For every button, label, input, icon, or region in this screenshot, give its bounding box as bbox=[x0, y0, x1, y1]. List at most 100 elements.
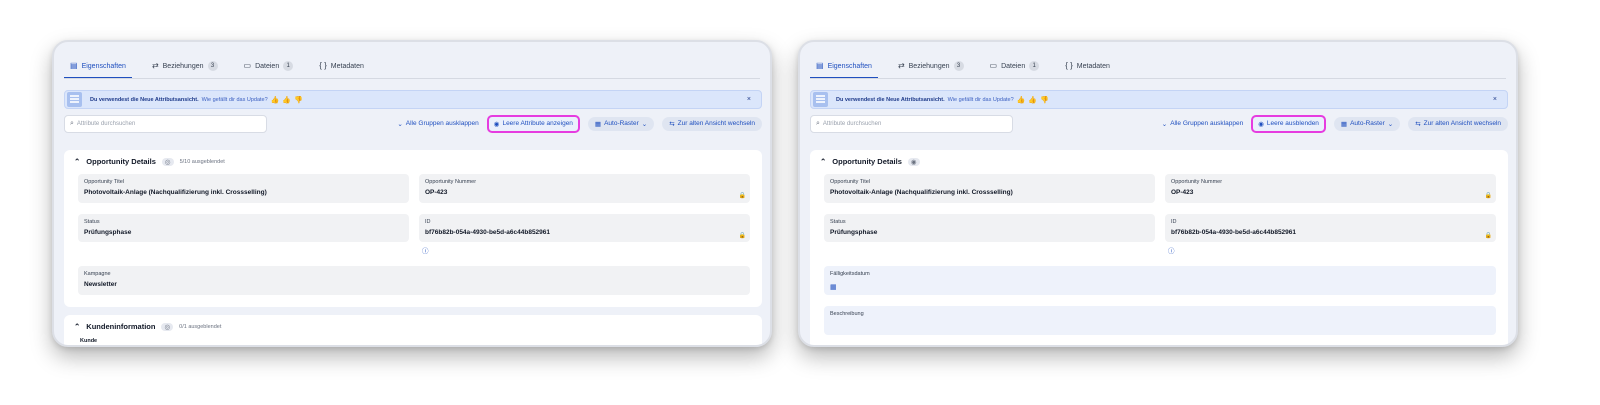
grid-mode-select[interactable]: ▦ Auto-Raster ⌄ bbox=[1333, 116, 1401, 131]
tab-dateien[interactable]: ▭ Dateien 1 bbox=[238, 54, 300, 78]
thumbs-down-icon[interactable]: 👎 bbox=[294, 96, 303, 104]
thumbs-up-icon[interactable]: 👍 bbox=[1028, 96, 1037, 104]
field-label: Kampagne bbox=[84, 271, 111, 277]
old-view-button[interactable]: ⇆ Zur alten Ansicht wechseln bbox=[1408, 116, 1508, 131]
field-status[interactable]: Status Prüfungsphase bbox=[78, 214, 409, 242]
field-value: OP-423 bbox=[1171, 189, 1194, 196]
eye-icon: ◉ bbox=[493, 120, 500, 128]
tab-divider bbox=[64, 78, 760, 79]
group-title: Kundeninformation bbox=[86, 322, 156, 331]
tab-eigenschaften[interactable]: ▤ Eigenschaften bbox=[64, 54, 132, 79]
field-value: Prüfungsphase bbox=[830, 229, 878, 236]
field-label: Status bbox=[830, 219, 846, 225]
banner-question: Wie gefällt dir das Update? bbox=[947, 96, 1014, 103]
group-opportunity-details: ⌃ Opportunity Details ◎ 5/10 ausgeblende… bbox=[64, 150, 762, 307]
braces-icon: { } bbox=[319, 61, 327, 70]
attribute-panel-old-toggle: ▤ Eigenschaften ⇄ Beziehungen 3 ▭ Dateie… bbox=[52, 40, 772, 347]
toggle-empty-attributes-button[interactable]: ◉ Leere ausblenden bbox=[1251, 114, 1326, 133]
old-view-button[interactable]: ⇆ Zur alten Ansicht wechseln bbox=[662, 116, 762, 131]
field-id[interactable]: ID bf76b82b-054a-4930-be5d-a6c44b852961 … bbox=[1165, 214, 1496, 242]
tab-beziehungen[interactable]: ⇄ Beziehungen 3 bbox=[146, 54, 224, 78]
eye-slash-icon[interactable]: ◎ bbox=[161, 157, 174, 166]
field-label: Beschreibung bbox=[830, 311, 864, 317]
group-title: Opportunity Details bbox=[86, 157, 156, 166]
toggle-empty-attributes-button[interactable]: ◉ Leere Attribute anzeigen bbox=[486, 114, 580, 133]
group-header[interactable]: ⌃ Kundeninformation ◎ 0/1 ausgeblendet bbox=[74, 322, 221, 331]
field-opportunity-nummer[interactable]: Opportunity Nummer OP-423 🔒 bbox=[1165, 174, 1496, 203]
field-value: Photovoltaik-Anlage (Nachqualifizierung … bbox=[830, 189, 1013, 196]
search-placeholder: Attribute durchsuchen bbox=[76, 120, 136, 127]
tab-label: Beziehungen bbox=[162, 62, 204, 70]
field-label: Fälligkeitsdatum bbox=[830, 271, 870, 277]
tab-label: Eigenschaften bbox=[81, 62, 126, 70]
expand-all-label: Alle Gruppen ausklappen bbox=[1170, 120, 1244, 127]
expand-all-button[interactable]: ⌄ Alle Gruppen ausklappen bbox=[397, 120, 478, 128]
tab-label: Dateien bbox=[255, 62, 280, 70]
chevron-up-icon: ⌃ bbox=[74, 157, 81, 166]
grid-label: Auto-Raster bbox=[604, 120, 639, 127]
group-opportunity-details: ⌃ Opportunity Details ◉ Opportunity Tite… bbox=[810, 150, 1508, 345]
field-label: Opportunity Nummer bbox=[1171, 179, 1223, 185]
old-view-label: Zur alten Ansicht wechseln bbox=[677, 120, 755, 127]
group-title: Opportunity Details bbox=[832, 157, 902, 166]
field-value: OP-423 bbox=[425, 189, 448, 196]
eye-icon[interactable]: ◉ bbox=[907, 157, 920, 166]
search-icon: ⌕ bbox=[816, 119, 820, 127]
tab-bar: ▤ Eigenschaften ⇄ Beziehungen 3 ▭ Dateie… bbox=[64, 54, 760, 79]
tab-beziehungen[interactable]: ⇄ Beziehungen 3 bbox=[892, 54, 970, 78]
like-icon[interactable]: 👍 bbox=[1017, 96, 1026, 104]
thumbs-down-icon[interactable]: 👎 bbox=[1040, 96, 1049, 104]
grid-label: Auto-Raster bbox=[1350, 120, 1385, 127]
count-badge: 3 bbox=[207, 61, 218, 71]
search-placeholder: Attribute durchsuchen bbox=[822, 120, 882, 127]
field-opportunity-titel[interactable]: Opportunity Titel Photovoltaik-Anlage (N… bbox=[78, 174, 409, 203]
close-icon[interactable]: × bbox=[1493, 96, 1497, 103]
tab-label: Metadaten bbox=[330, 62, 364, 70]
info-icon[interactable]: ⓘ bbox=[422, 245, 429, 255]
toolbar: ⌕ Attribute durchsuchen ⌄ Alle Gruppen a… bbox=[810, 114, 1508, 133]
tab-label: Beziehungen bbox=[908, 62, 950, 70]
expand-all-label: Alle Gruppen ausklappen bbox=[405, 120, 479, 127]
field-faelligkeitsdatum[interactable]: Fälligkeitsdatum ▦ bbox=[824, 266, 1496, 295]
chevron-down-icon: ⌄ bbox=[641, 120, 648, 128]
field-value: Photovoltaik-Anlage (Nachqualifizierung … bbox=[84, 189, 267, 196]
field-kampagne[interactable]: Kampagne Newsletter bbox=[78, 266, 750, 295]
field-beschreibung[interactable]: Beschreibung bbox=[824, 306, 1496, 335]
grid-mode-select[interactable]: ▦ Auto-Raster ⌄ bbox=[587, 116, 655, 131]
eye-slash-icon[interactable]: ◎ bbox=[161, 322, 174, 331]
field-id[interactable]: ID bf76b82b-054a-4930-be5d-a6c44b852961 … bbox=[419, 214, 750, 242]
grid-icon: ▦ bbox=[594, 120, 602, 128]
banner-illustration-icon bbox=[67, 92, 82, 107]
group-header[interactable]: ⌃ Opportunity Details ◉ bbox=[820, 157, 920, 166]
like-icon[interactable]: 👍 bbox=[271, 96, 280, 104]
thumbs-up-icon[interactable]: 👍 bbox=[282, 96, 291, 104]
switch-icon: ⇆ bbox=[1415, 120, 1421, 128]
lock-icon: 🔒 bbox=[738, 193, 746, 199]
toggle-empty-label: Leere Attribute anzeigen bbox=[502, 120, 573, 127]
search-input[interactable]: ⌕ Attribute durchsuchen bbox=[64, 114, 267, 133]
close-icon[interactable]: × bbox=[747, 96, 751, 103]
tab-label: Eigenschaften bbox=[827, 62, 872, 70]
info-icon[interactable]: ⓘ bbox=[1168, 245, 1175, 255]
tab-dateien[interactable]: ▭ Dateien 1 bbox=[984, 54, 1046, 78]
field-value: Newsletter bbox=[84, 281, 117, 288]
group-header[interactable]: ⌃ Opportunity Details ◎ 5/10 ausgeblende… bbox=[74, 157, 225, 166]
expand-all-button[interactable]: ⌄ Alle Gruppen ausklappen bbox=[1162, 120, 1243, 128]
field-status[interactable]: Status Prüfungsphase bbox=[824, 214, 1155, 242]
field-opportunity-titel[interactable]: Opportunity Titel Photovoltaik-Anlage (N… bbox=[824, 174, 1155, 203]
field-label: Opportunity Titel bbox=[830, 179, 871, 185]
toolbar: ⌕ Attribute durchsuchen ⌄ Alle Gruppen a… bbox=[64, 114, 762, 133]
tab-divider bbox=[810, 78, 1506, 79]
field-label: Opportunity Nummer bbox=[425, 179, 477, 185]
field-value: bf76b82b-054a-4930-be5d-a6c44b852961 bbox=[425, 229, 551, 236]
relations-icon: ⇄ bbox=[151, 61, 159, 70]
tab-eigenschaften[interactable]: ▤ Eigenschaften bbox=[810, 54, 878, 79]
switch-icon: ⇆ bbox=[669, 120, 675, 128]
field-label: ID bbox=[1171, 219, 1177, 225]
field-opportunity-nummer[interactable]: Opportunity Nummer OP-423 🔒 bbox=[419, 174, 750, 203]
tab-metadaten[interactable]: { } Metadaten bbox=[1059, 54, 1116, 78]
search-input[interactable]: ⌕ Attribute durchsuchen bbox=[810, 114, 1013, 133]
calendar-icon[interactable]: ▦ bbox=[830, 283, 837, 291]
tab-metadaten[interactable]: { } Metadaten bbox=[313, 54, 370, 78]
chevron-down-icon: ⌄ bbox=[397, 120, 403, 128]
